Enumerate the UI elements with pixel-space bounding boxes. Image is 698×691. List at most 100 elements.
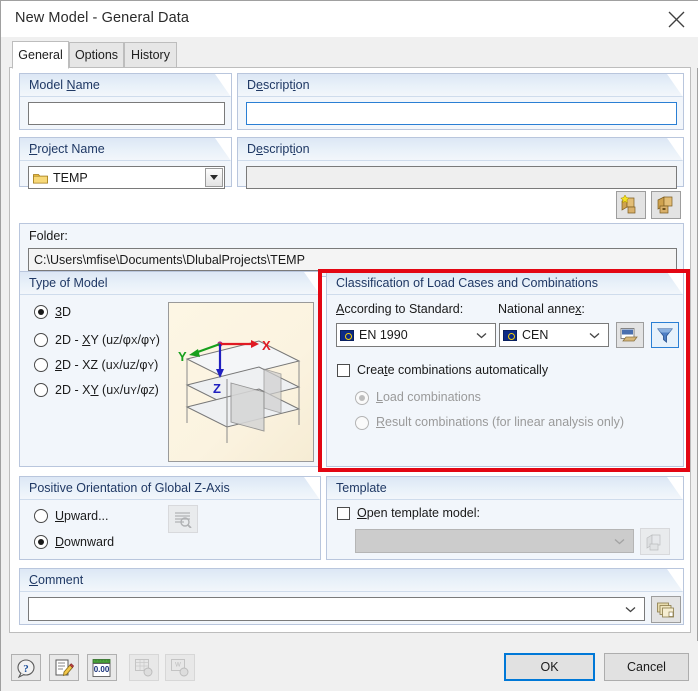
edit-standard-icon[interactable] bbox=[616, 322, 644, 348]
tab-options[interactable]: Options bbox=[69, 42, 124, 68]
export-excel-icon bbox=[129, 654, 159, 681]
z-axis-group: Positive Orientation of Global Z-Axis Up… bbox=[19, 476, 321, 560]
help-icon[interactable]: ? bbox=[11, 654, 41, 681]
radio-model-2d-xy-ux[interactable] bbox=[34, 383, 48, 397]
chevron-down-icon[interactable] bbox=[476, 328, 487, 342]
filter-funnel-icon[interactable] bbox=[651, 322, 679, 348]
standard-label: According to Standard: bbox=[336, 302, 464, 316]
dialog-footer: ? 0.00 W OK Cancel bbox=[1, 641, 698, 691]
radio-model-3d[interactable] bbox=[34, 305, 48, 319]
model-name-group-title: Model Name bbox=[29, 78, 100, 92]
standard-value: EN 1990 bbox=[359, 328, 408, 342]
radio-result-combinations-label: Result combinations (for linear analysis… bbox=[376, 415, 625, 429]
tab-strip: General Options History bbox=[1, 37, 698, 69]
z-axis-header: Positive Orientation of Global Z-Axis bbox=[20, 477, 320, 500]
standard-combo[interactable]: EN 1990 bbox=[336, 323, 496, 347]
new-project-box-icon[interactable] bbox=[616, 191, 646, 219]
svg-text:Y: Y bbox=[178, 349, 187, 364]
ok-button[interactable]: OK bbox=[504, 653, 595, 681]
svg-text:Z: Z bbox=[213, 381, 221, 396]
chevron-down-icon[interactable] bbox=[205, 168, 223, 187]
radio-result-combinations[interactable] bbox=[355, 416, 369, 430]
eu-flag-icon bbox=[503, 329, 517, 341]
create-combinations-checkbox[interactable] bbox=[337, 364, 350, 377]
template-title: Template bbox=[336, 481, 387, 495]
folder-group: Folder: bbox=[19, 223, 684, 277]
svg-text:X: X bbox=[262, 338, 271, 353]
open-template-label: Open template model: bbox=[357, 506, 480, 520]
tab-history[interactable]: History bbox=[124, 42, 177, 68]
chevron-down-icon[interactable] bbox=[625, 602, 636, 616]
comment-title: Comment bbox=[29, 573, 84, 587]
model-name-input[interactable] bbox=[28, 102, 225, 125]
radio-model-3d-label: 3D bbox=[55, 305, 71, 319]
list-preview-icon[interactable] bbox=[168, 505, 198, 533]
project-name-group-header: Project Name bbox=[20, 138, 231, 161]
radio-downward[interactable] bbox=[34, 535, 48, 549]
tab-history-label: History bbox=[131, 48, 170, 62]
radio-model-2d-xy-ux-label: 2D - XY (uX/uY/φZ) bbox=[55, 383, 159, 397]
radio-load-combinations[interactable] bbox=[355, 391, 369, 405]
model-description-group-header: Description bbox=[238, 74, 683, 97]
svg-text:0.00: 0.00 bbox=[94, 665, 110, 674]
type-of-model-header: Type of Model bbox=[20, 272, 320, 295]
project-description-group: Description bbox=[237, 137, 684, 189]
model-type-preview: X Y Z bbox=[168, 302, 314, 462]
type-of-model-group: Type of Model 3D 2D - XY (uZ/φX/φY) 2D -… bbox=[19, 271, 321, 467]
annex-label: National annex: bbox=[498, 302, 585, 316]
edit-note-icon[interactable] bbox=[49, 654, 79, 681]
dialog-content: Model Name Description Project Name TEMP… bbox=[9, 68, 691, 633]
project-description-group-title: Description bbox=[247, 142, 310, 156]
radio-downward-label: Downward bbox=[55, 535, 115, 549]
folder-icon bbox=[33, 172, 48, 184]
z-axis-title: Positive Orientation of Global Z-Axis bbox=[29, 481, 230, 495]
export-word-icon: W bbox=[165, 654, 195, 681]
project-name-group-title: Project Name bbox=[29, 142, 105, 156]
type-of-model-title: Type of Model bbox=[29, 276, 108, 290]
annex-combo[interactable]: CEN bbox=[499, 323, 609, 347]
ok-button-label: OK bbox=[540, 660, 559, 674]
model-description-group: Description bbox=[237, 73, 684, 130]
cancel-button-label: Cancel bbox=[627, 660, 666, 674]
annex-value: CEN bbox=[522, 328, 549, 342]
project-name-value: TEMP bbox=[53, 170, 88, 185]
radio-model-2d-xy-uz-label: 2D - XY (uZ/φX/φY) bbox=[55, 333, 160, 347]
model-name-group-header: Model Name bbox=[20, 74, 231, 97]
project-description-input[interactable] bbox=[246, 166, 677, 189]
model-description-group-title: Description bbox=[247, 78, 310, 92]
template-header: Template bbox=[327, 477, 683, 500]
comment-combo[interactable] bbox=[28, 597, 645, 621]
template-group: Template Open template model: bbox=[326, 476, 684, 560]
project-name-combo[interactable]: TEMP bbox=[28, 166, 225, 189]
project-name-group: Project Name TEMP bbox=[19, 137, 232, 189]
classification-header: Classification of Load Cases and Combina… bbox=[327, 272, 683, 295]
open-template-checkbox[interactable] bbox=[337, 507, 350, 520]
model-name-group: Model Name bbox=[19, 73, 232, 130]
comment-library-icon[interactable] bbox=[651, 596, 681, 623]
folder-path-input[interactable] bbox=[28, 248, 677, 271]
radio-upward-label: Upward... bbox=[55, 509, 109, 523]
tab-options-label: Options bbox=[74, 48, 119, 62]
browse-model-icon[interactable] bbox=[640, 528, 670, 555]
tab-general-label: General bbox=[18, 48, 63, 62]
comment-header: Comment bbox=[20, 569, 683, 592]
model-description-input[interactable] bbox=[246, 102, 677, 125]
folder-label: Folder: bbox=[29, 229, 68, 243]
chevron-down-icon[interactable] bbox=[614, 534, 625, 548]
page-title: New Model - General Data bbox=[15, 10, 190, 26]
radio-model-2d-xz[interactable] bbox=[34, 358, 48, 372]
close-icon[interactable] bbox=[653, 1, 698, 37]
radio-upward[interactable] bbox=[34, 509, 48, 523]
units-icon[interactable]: 0.00 bbox=[87, 654, 117, 681]
new-model-dialog: New Model - General Data General Options… bbox=[0, 0, 698, 691]
chevron-down-icon[interactable] bbox=[589, 328, 600, 342]
project-description-group-header: Description bbox=[238, 138, 683, 161]
radio-model-2d-xy-uz[interactable] bbox=[34, 333, 48, 347]
classification-title: Classification of Load Cases and Combina… bbox=[336, 276, 598, 290]
open-project-box-icon[interactable] bbox=[651, 191, 681, 219]
tab-general[interactable]: General bbox=[12, 41, 69, 69]
svg-text:W: W bbox=[175, 663, 181, 669]
svg-text:?: ? bbox=[23, 663, 29, 675]
cancel-button[interactable]: Cancel bbox=[604, 653, 689, 681]
template-combo[interactable] bbox=[355, 529, 634, 553]
